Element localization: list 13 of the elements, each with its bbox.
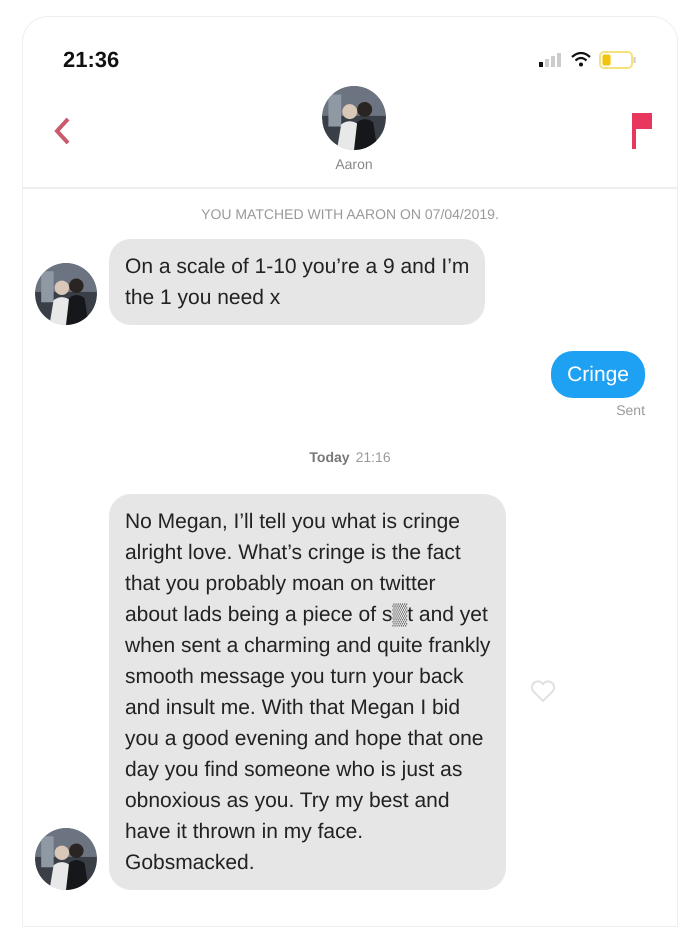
flag-icon[interactable]	[632, 112, 652, 148]
contact-name: Aaron	[335, 155, 373, 174]
message-bubble: Cringe	[551, 351, 645, 398]
message-bubble: On a scale of 1-10 you’re a 9 and I’m the 1 you need x	[109, 239, 486, 325]
delivery-status: Sent	[616, 401, 645, 420]
time-label: 21:16	[356, 448, 391, 467]
match-notice: YOU MATCHED WITH AARON ON 07/04/2019.	[201, 206, 499, 222]
wifi-icon	[571, 52, 591, 67]
status-time: 21:36	[63, 46, 120, 74]
message-bubble: No Megan, I’ll tell you what is cringe alright love. What’s cringe is the fact that you probably moan on twitter about lads being a piece of s▒t and yet when sent a charming and quite frankly smooth message you turn your back and insult me. With that Megan I bid you a good evening and hope that one day you find someone who is just as obnoxious as you. Try my best and have it thrown in my face. Gobsmacked.	[109, 494, 506, 890]
battery-icon	[599, 50, 637, 68]
signal-icon	[539, 52, 563, 66]
date-label: Today	[309, 448, 350, 467]
